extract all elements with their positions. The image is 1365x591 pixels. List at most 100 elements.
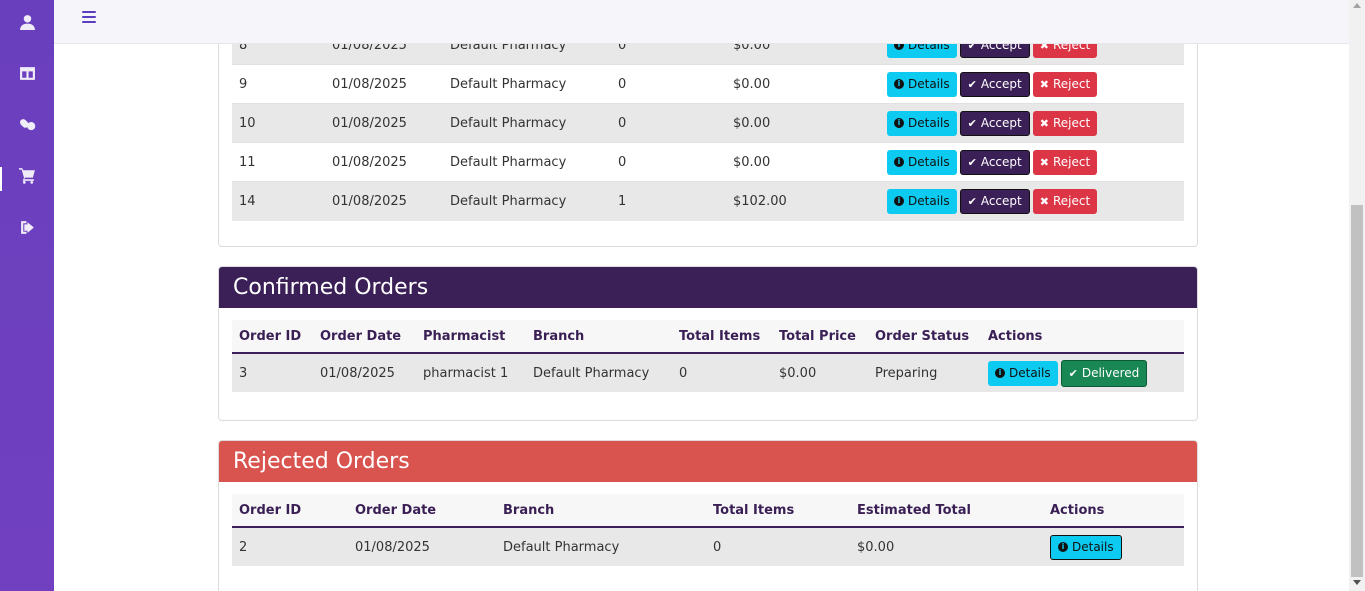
details-button[interactable]: i Details <box>988 360 1058 386</box>
scrollbar-thumb[interactable] <box>1351 205 1363 577</box>
column-header: Actions <box>1043 494 1184 528</box>
order-date-cell: 01/08/2025 <box>325 103 443 143</box>
order-date-cell: 01/08/2025 <box>348 526 496 566</box>
total-price-cell: $0.00 <box>772 352 868 392</box>
actions-cell: i Details ✔ Accept ✖ Reject <box>880 181 1184 221</box>
accept-button[interactable]: ✔ Accept <box>959 149 1030 175</box>
order-date-cell: 01/08/2025 <box>325 181 443 221</box>
order-date-cell: 01/08/2025 <box>325 64 443 104</box>
column-header: Branch <box>496 494 706 528</box>
rejected-orders-title: Rejected Orders <box>219 441 1197 482</box>
actions-cell: i Details ✔ Accept ✖ Reject <box>880 142 1184 182</box>
cart-icon <box>18 167 35 184</box>
total-items-cell: 0 <box>611 142 726 182</box>
scroll-up-arrow-icon[interactable] <box>1353 3 1361 8</box>
order-id-cell: 9 <box>232 64 325 104</box>
reject-button[interactable]: ✖ Reject <box>1032 71 1098 97</box>
logout-icon <box>20 220 34 234</box>
check-icon: ✔ <box>967 116 977 130</box>
rejected-orders-table: Order ID Order Date Branch Total Items Estim… <box>232 494 1184 566</box>
column-header: Order Date <box>313 320 416 354</box>
details-button[interactable]: i Details <box>887 188 957 214</box>
delivered-button-label: Delivered <box>1081 366 1140 380</box>
x-icon: ✖ <box>1039 116 1049 130</box>
total-items-cell: 0 <box>611 64 726 104</box>
table-row: 10 01/08/2025 Default Pharmacy 0 $0.00 i Detai… <box>232 103 1184 143</box>
column-header: Total Items <box>672 320 772 354</box>
details-button[interactable]: i Details <box>887 149 957 175</box>
order-id-cell: 14 <box>232 181 325 221</box>
check-icon: ✔ <box>1068 366 1078 380</box>
order-id-cell: 2 <box>232 526 348 566</box>
estimated-total-cell: $0.00 <box>850 526 1043 566</box>
branch-cell: Default Pharmacy <box>496 526 706 566</box>
total-items-cell: 1 <box>611 181 726 221</box>
column-header: Order ID <box>232 320 313 354</box>
scroll-down-arrow-icon[interactable] <box>1353 580 1361 585</box>
column-header: Order Status <box>868 320 981 354</box>
order-id-cell: 11 <box>232 142 325 182</box>
accept-button-label: Accept <box>980 77 1022 91</box>
column-header: Estimated Total <box>850 494 1043 528</box>
total-items-cell: 0 <box>706 526 850 566</box>
sidebar-item-orders[interactable] <box>0 155 54 195</box>
confirmed-orders-title: Confirmed Orders <box>219 267 1197 308</box>
total-price-cell: $0.00 <box>726 142 880 182</box>
accept-button-label: Accept <box>980 116 1022 130</box>
reject-button-label: Reject <box>1052 116 1091 130</box>
info-icon: i <box>894 196 904 207</box>
details-button[interactable]: i Details <box>887 71 957 97</box>
branch-cell: Default Pharmacy <box>443 103 611 143</box>
branch-cell: Default Pharmacy <box>443 181 611 221</box>
details-label: Details <box>908 155 950 169</box>
column-header: Branch <box>526 320 672 354</box>
branch-cell: Default Pharmacy <box>443 64 611 104</box>
accept-button-label: Accept <box>980 194 1022 209</box>
table-row: 11 01/08/2025 Default Pharmacy 0 $0.00 i Detai… <box>232 142 1184 182</box>
reject-button-label: Reject <box>1052 77 1091 91</box>
total-items-cell: 0 <box>672 352 772 392</box>
branch-cell: Default Pharmacy <box>443 142 611 182</box>
delivered-button[interactable]: ✔ Delivered <box>1060 359 1148 387</box>
info-icon: i <box>894 118 904 128</box>
reject-button[interactable]: ✖ Reject <box>1032 188 1098 214</box>
sidebar-item-medicines[interactable] <box>0 104 54 144</box>
accept-button[interactable]: ✔ Accept <box>959 188 1030 214</box>
page-scrollbar[interactable] <box>1349 0 1365 591</box>
details-button[interactable]: i Details <box>1050 534 1122 560</box>
details-label: Details <box>908 194 950 209</box>
details-label: Details <box>908 77 950 91</box>
accept-button[interactable]: ✔ Accept <box>959 71 1030 97</box>
pending-orders-table: 8 01/08/2025 Default Pharmacy 0 $0.00 i Detail… <box>232 25 1184 221</box>
reject-button[interactable]: ✖ Reject <box>1032 110 1098 136</box>
details-label: Details <box>1072 540 1114 554</box>
reject-button-label: Reject <box>1052 155 1091 169</box>
sidebar-item-dashboard[interactable] <box>0 53 54 93</box>
reject-button-label: Reject <box>1052 194 1091 209</box>
menu-toggle-icon[interactable] <box>82 11 96 23</box>
info-icon: i <box>1058 542 1068 552</box>
check-icon: ✔ <box>967 194 977 208</box>
top-bar <box>54 0 1349 44</box>
accept-button-label: Accept <box>980 155 1022 169</box>
details-label: Details <box>1009 366 1051 380</box>
user-icon <box>19 14 35 30</box>
column-header: Order Date <box>348 494 496 528</box>
details-button[interactable]: i Details <box>887 110 957 136</box>
confirmed-orders-table: Order ID Order Date Pharmacist Branch Total … <box>232 320 1184 392</box>
table-row: 2 01/08/2025 Default Pharmacy 0 $0.00 i Detail… <box>232 526 1184 566</box>
reject-button[interactable]: ✖ Reject <box>1032 149 1098 175</box>
total-items-cell: 0 <box>611 103 726 143</box>
accept-button[interactable]: ✔ Accept <box>959 110 1030 136</box>
sidebar-item-profile[interactable] <box>0 2 54 42</box>
actions-cell: i Details <box>1043 526 1184 566</box>
order-date-cell: 01/08/2025 <box>325 142 443 182</box>
column-header: Actions <box>981 320 1184 354</box>
column-header: Pharmacist <box>416 320 526 354</box>
actions-cell: i Details ✔ Accept ✖ Reject <box>880 64 1184 104</box>
info-icon: i <box>995 368 1005 378</box>
check-icon: ✔ <box>967 77 977 91</box>
order-id-cell: 3 <box>232 352 313 392</box>
sidebar-item-logout[interactable] <box>0 207 54 247</box>
x-icon: ✖ <box>1039 77 1049 91</box>
